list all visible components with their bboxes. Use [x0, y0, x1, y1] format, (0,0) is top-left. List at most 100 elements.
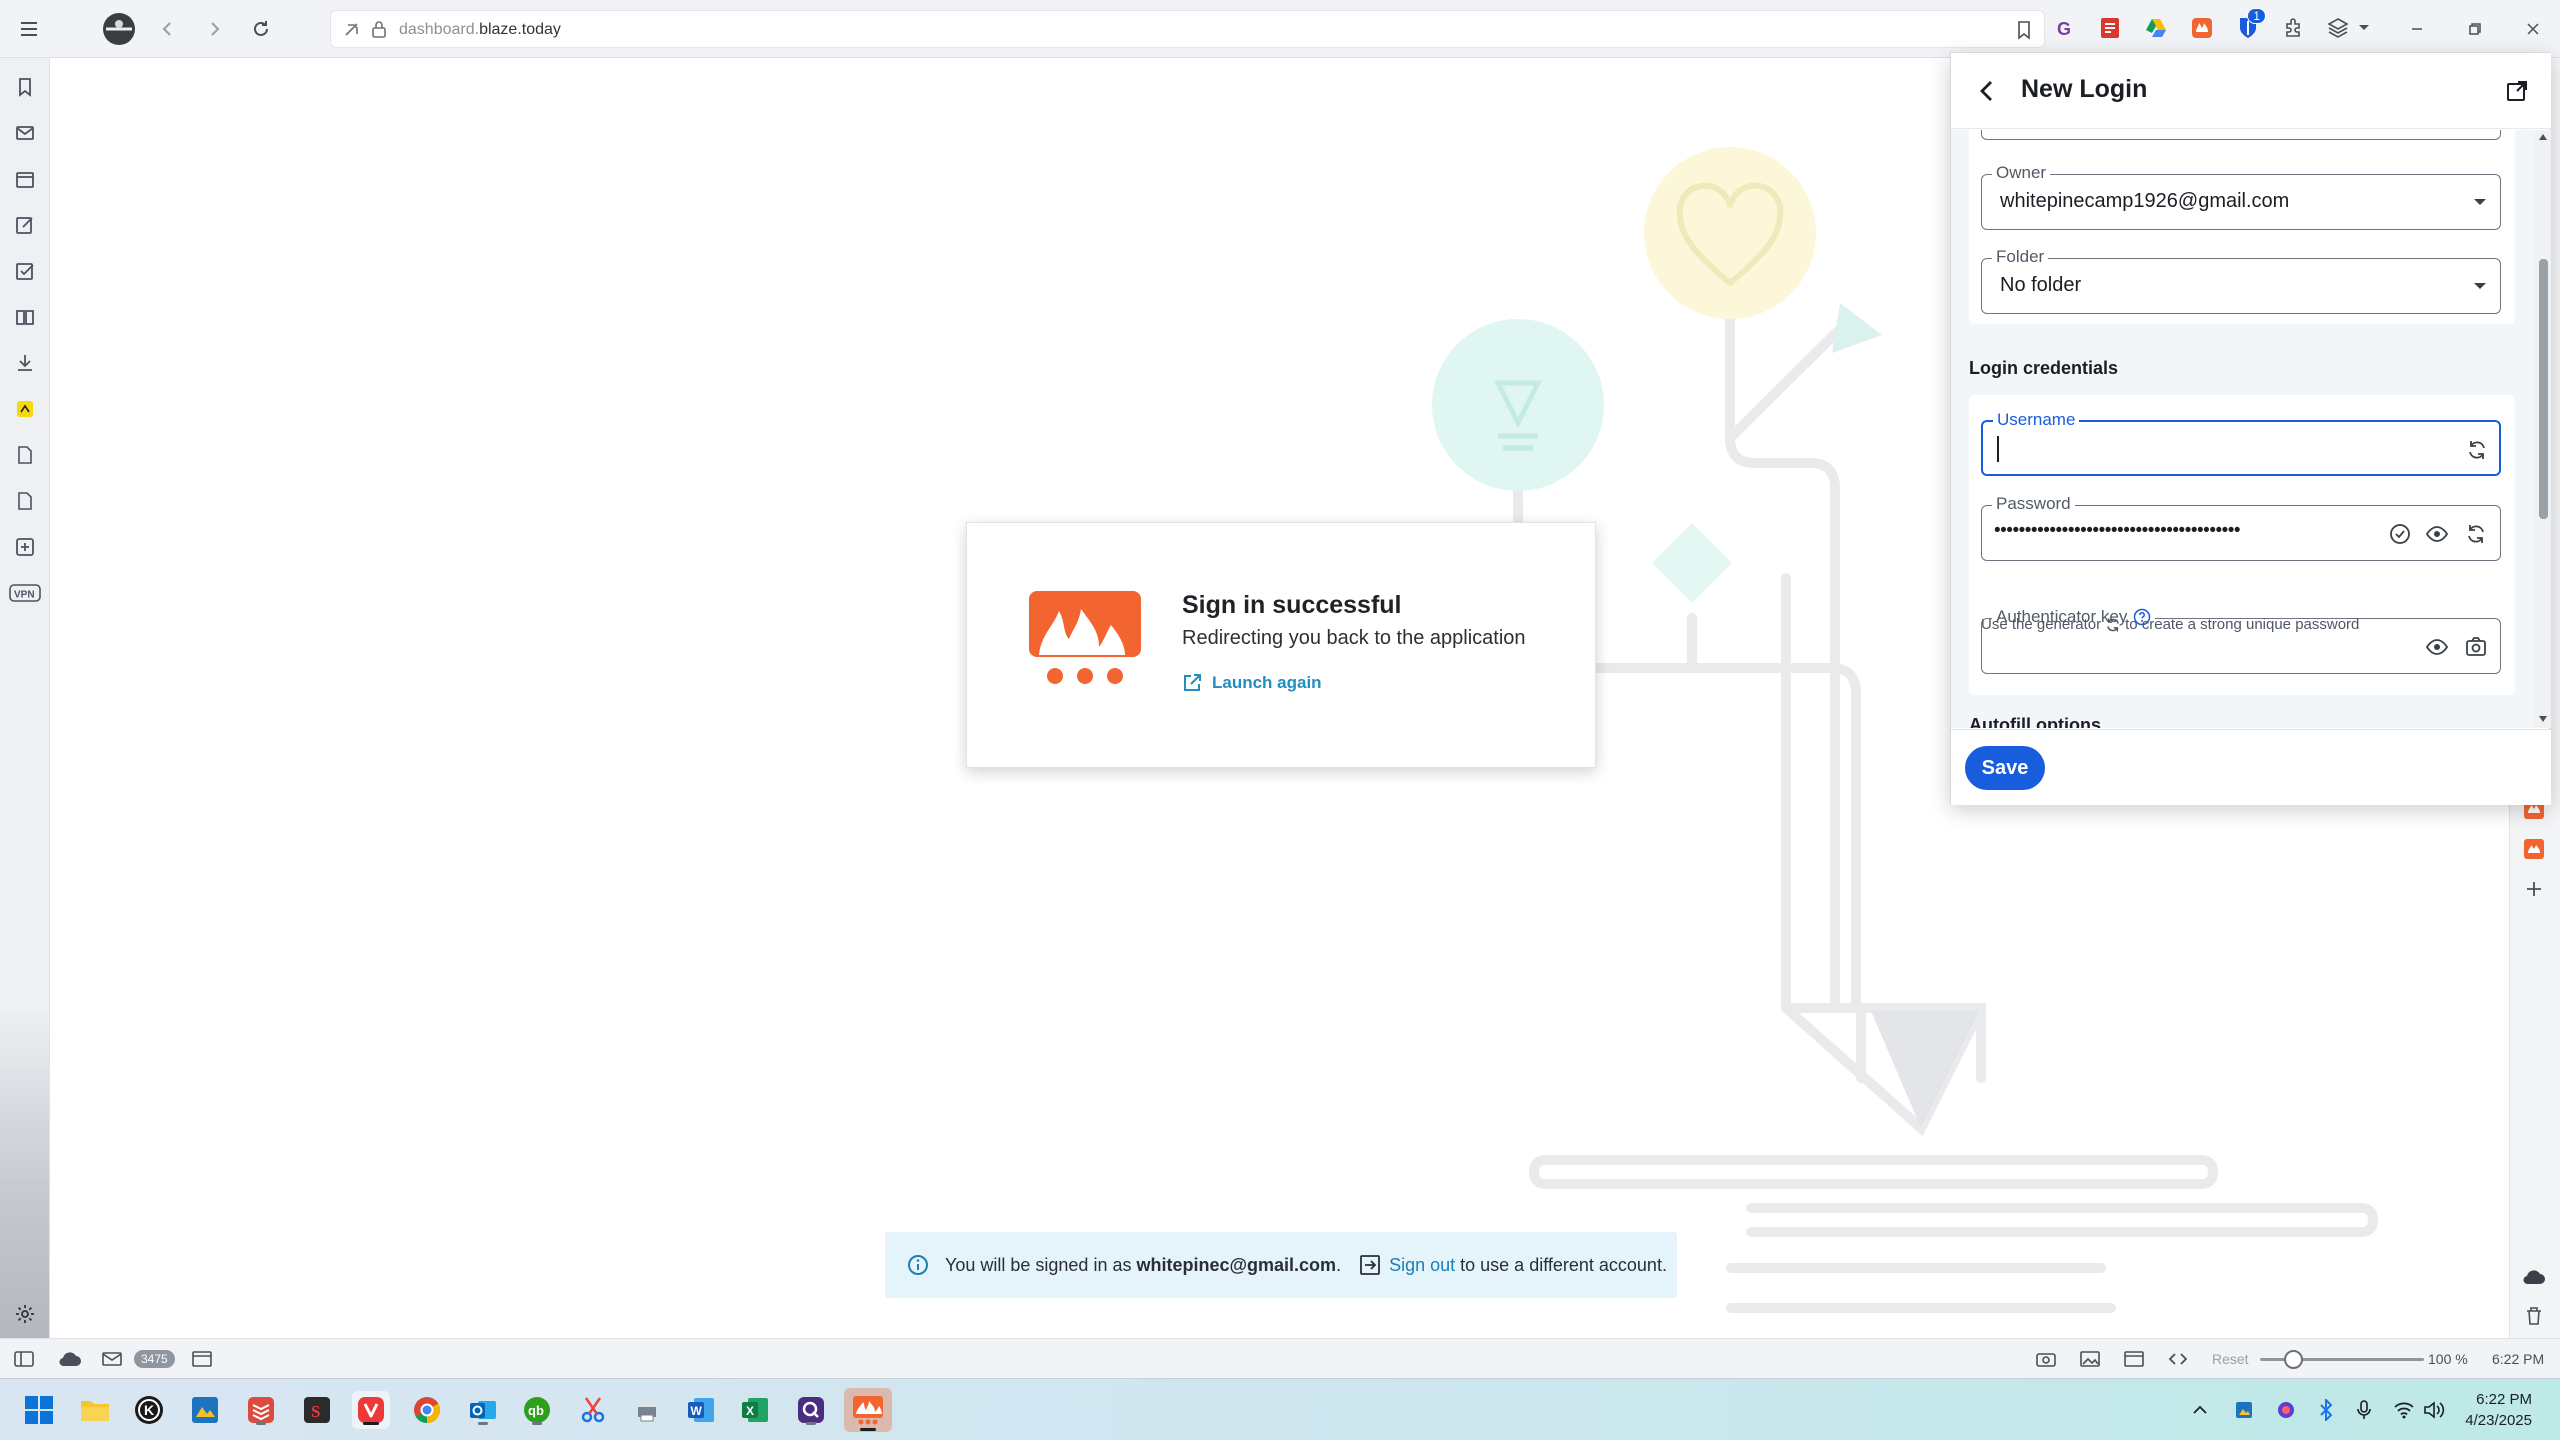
blaze-app-icon[interactable]: [844, 1388, 892, 1432]
svg-text:K: K: [144, 1402, 154, 1418]
toggle-password-eye-icon[interactable]: [2425, 522, 2449, 546]
drive-extension-icon[interactable]: [2140, 12, 2172, 44]
svg-text:S: S: [311, 1402, 320, 1421]
todoist-icon[interactable]: [242, 1391, 280, 1429]
tray-color-app-icon[interactable]: [2272, 1391, 2300, 1429]
username-field[interactable]: Username: [1981, 410, 2501, 476]
excel-icon[interactable]: X: [736, 1391, 774, 1429]
bluetooth-icon[interactable]: [2312, 1391, 2340, 1429]
scroll-down-arrow-icon[interactable]: [2539, 716, 2547, 722]
word-icon[interactable]: W: [682, 1391, 720, 1429]
owner-select[interactable]: Owner whitepinecamp1926@gmail.com: [1981, 163, 2501, 230]
blaze-panel-icon-2[interactable]: [2523, 838, 2545, 860]
save-button[interactable]: Save: [1965, 746, 2045, 790]
web-panel-page-icon-2[interactable]: [13, 489, 37, 513]
scan-qr-camera-icon[interactable]: [2464, 635, 2488, 659]
media-app-icon[interactable]: [186, 1391, 224, 1429]
start-windows-icon[interactable]: [20, 1391, 58, 1429]
profile-avatar[interactable]: [102, 12, 136, 46]
page-actions-code-icon[interactable]: [2168, 1347, 2188, 1371]
password-value[interactable]: ••••••••••••••••••••••••••••••••••••••••: [1994, 520, 2374, 542]
scrivener-icon[interactable]: S: [298, 1391, 336, 1429]
settings-gear-icon[interactable]: [13, 1302, 37, 1326]
trash-icon[interactable]: [2525, 1306, 2543, 1326]
blaze-extension-icon[interactable]: [2186, 12, 2218, 44]
zoom-slider-thumb[interactable]: [2284, 1350, 2303, 1369]
forward-icon[interactable]: [198, 12, 232, 46]
popout-window-icon[interactable]: [2505, 79, 2529, 103]
pdf-extension-icon[interactable]: [2094, 12, 2126, 44]
zoom-slider[interactable]: [2260, 1350, 2424, 1369]
k-app-icon[interactable]: K: [130, 1391, 168, 1429]
microphone-icon[interactable]: [2350, 1391, 2378, 1429]
bookmark-icon[interactable]: [2016, 20, 2032, 40]
generate-password-refresh-icon[interactable]: [2464, 522, 2488, 546]
panel-toggle-icon[interactable]: [14, 1347, 34, 1371]
vpn-icon[interactable]: VPN: [9, 581, 41, 605]
add-panel-icon[interactable]: [13, 535, 37, 559]
sync-cloud-icon[interactable]: [58, 1347, 82, 1371]
tasks-panel-icon[interactable]: [13, 259, 37, 283]
mail-status-icon[interactable]: [102, 1347, 122, 1371]
wifi-icon[interactable]: [2390, 1391, 2418, 1429]
launch-again-link[interactable]: Launch again: [1182, 673, 1322, 693]
downloads-panel-icon[interactable]: [13, 351, 37, 375]
web-panel-page-icon[interactable]: [13, 443, 37, 467]
tray-app-icon[interactable]: [2230, 1391, 2258, 1429]
snipping-tool-icon[interactable]: [574, 1391, 612, 1429]
reading-list-icon[interactable]: [13, 305, 37, 329]
notes-panel-icon[interactable]: [13, 213, 37, 237]
mail-count-badge[interactable]: 3475: [134, 1350, 175, 1368]
minimize-icon[interactable]: [2402, 14, 2432, 44]
taskbar-clock[interactable]: 6:22 PM 4/23/2025: [2440, 1389, 2532, 1431]
capture-camera-icon[interactable]: [2036, 1347, 2056, 1371]
quicken-icon[interactable]: [792, 1391, 830, 1429]
bitwarden-extension-icon[interactable]: 1: [2232, 8, 2266, 44]
mail-panel-icon[interactable]: [13, 121, 37, 145]
zoom-level: 100 %: [2428, 1351, 2468, 1367]
outlook-icon[interactable]: [464, 1391, 502, 1429]
images-toggle-icon[interactable]: [2080, 1347, 2100, 1371]
generate-username-refresh-icon[interactable]: [2465, 438, 2489, 462]
restore-icon[interactable]: [2460, 14, 2490, 44]
sign-out-link[interactable]: Sign out: [1389, 1255, 1455, 1276]
calendar-panel-icon[interactable]: [13, 167, 37, 191]
tray-chevron-up-icon[interactable]: [2186, 1391, 2214, 1429]
folder-select[interactable]: Folder No folder: [1981, 247, 2501, 314]
chrome-icon[interactable]: [408, 1391, 446, 1429]
page-tiling-icon[interactable]: [2124, 1347, 2144, 1371]
signin-subtitle: Redirecting you back to the application: [1182, 627, 1526, 649]
launch-again-label: Launch again: [1212, 673, 1322, 692]
address-bar[interactable]: dashboard.blaze.today: [330, 10, 2045, 48]
sign-out-icon[interactable]: [1359, 1254, 1381, 1276]
form-scrollbar[interactable]: [2535, 130, 2551, 728]
item-details-card: Owner whitepinecamp1926@gmail.com Folder…: [1969, 130, 2515, 324]
cloud-icon[interactable]: [2522, 1268, 2546, 1286]
web-panel-icon[interactable]: [13, 397, 37, 421]
bookmarks-panel-icon[interactable]: [13, 75, 37, 99]
check-password-icon[interactable]: [2388, 522, 2412, 546]
calendar-status-icon[interactable]: [192, 1347, 212, 1371]
vivaldi-icon[interactable]: [352, 1391, 390, 1429]
layers-icon[interactable]: [2322, 12, 2354, 44]
toggle-totp-eye-icon[interactable]: [2425, 635, 2449, 659]
menu-icon[interactable]: [12, 12, 46, 46]
password-field[interactable]: Password •••••••••••••••••••••••••••••••…: [1981, 494, 2501, 561]
add-panel-plus-icon[interactable]: [2525, 880, 2543, 898]
grammarly-extension-icon[interactable]: G: [2049, 12, 2081, 44]
back-icon[interactable]: [150, 12, 184, 46]
tracker-shield-icon[interactable]: [343, 21, 361, 39]
chevron-down-icon[interactable]: [2354, 12, 2374, 44]
url-text[interactable]: dashboard.blaze.today: [399, 21, 561, 39]
file-explorer-icon[interactable]: [76, 1391, 114, 1429]
scrollbar-thumb[interactable]: [2539, 259, 2548, 519]
printer-app-icon[interactable]: [628, 1391, 666, 1429]
extensions-puzzle-icon[interactable]: [2278, 12, 2310, 44]
close-icon[interactable]: [2518, 14, 2548, 44]
lock-icon[interactable]: [371, 20, 387, 38]
zoom-reset-button[interactable]: Reset: [2212, 1347, 2249, 1371]
quickbooks-icon[interactable]: qb: [518, 1391, 556, 1429]
scroll-up-arrow-icon[interactable]: [2539, 134, 2547, 140]
back-arrow-icon[interactable]: [1973, 77, 2001, 105]
reload-icon[interactable]: [244, 12, 278, 46]
